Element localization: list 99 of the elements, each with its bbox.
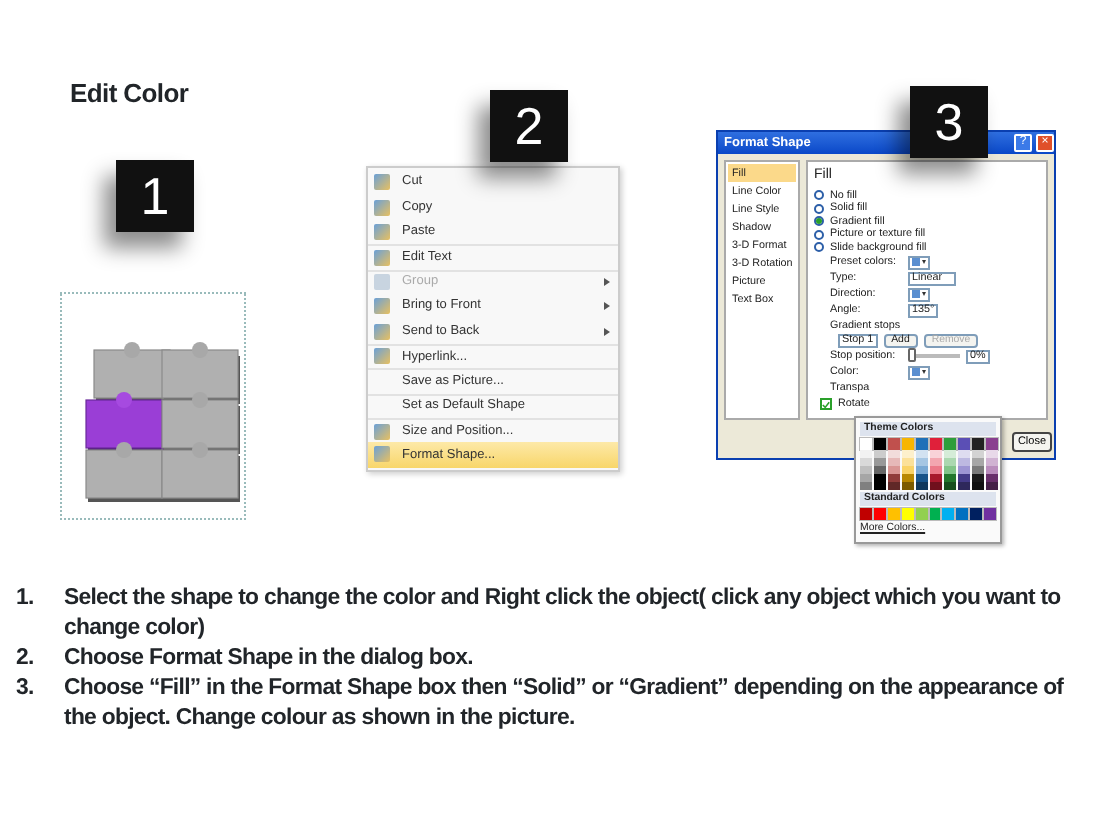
- square-icon: [374, 323, 390, 340]
- color-swatch[interactable]: [887, 508, 900, 520]
- color-swatch[interactable]: [916, 474, 928, 482]
- color-swatch[interactable]: [972, 482, 984, 490]
- color-swatch[interactable]: [916, 450, 928, 458]
- square-icon: [374, 348, 390, 365]
- color-swatch[interactable]: [874, 438, 886, 450]
- color-dropdown[interactable]: [908, 365, 930, 379]
- step-number: 3: [910, 86, 988, 158]
- color-swatch[interactable]: [956, 508, 969, 520]
- color-swatch[interactable]: [986, 474, 998, 482]
- square-icon: [374, 274, 390, 291]
- color-swatch[interactable]: [860, 466, 872, 474]
- submenu-arrow-icon: [604, 278, 610, 287]
- color-swatch[interactable]: [972, 458, 984, 466]
- square-icon: [374, 446, 390, 463]
- color-swatch[interactable]: [902, 482, 914, 490]
- color-swatch[interactable]: [986, 466, 998, 474]
- square-icon: [374, 298, 390, 315]
- color-swatch[interactable]: [972, 438, 984, 450]
- color-swatch[interactable]: [958, 450, 970, 458]
- submenu-arrow-icon: [604, 327, 610, 336]
- direction-dropdown[interactable]: [908, 287, 930, 301]
- square-icon: [374, 249, 390, 266]
- color-swatch[interactable]: [888, 482, 900, 490]
- color-swatch[interactable]: [860, 474, 872, 482]
- color-swatch[interactable]: [929, 508, 941, 520]
- step-number: 1.: [16, 584, 36, 614]
- color-swatch[interactable]: [930, 438, 942, 450]
- color-swatch[interactable]: [986, 482, 998, 490]
- color-swatch[interactable]: [874, 458, 886, 466]
- color-swatch[interactable]: [930, 450, 942, 458]
- color-swatch[interactable]: [902, 438, 914, 450]
- color-swatch[interactable]: [930, 458, 942, 466]
- color-swatch[interactable]: [874, 474, 886, 482]
- color-swatch[interactable]: [986, 438, 998, 450]
- color-swatch[interactable]: [944, 458, 956, 466]
- selection-frame[interactable]: [60, 292, 246, 520]
- color-swatch[interactable]: [901, 508, 914, 520]
- instruction-step: Choose Format Shape in the dialog box.: [64, 644, 473, 674]
- color-swatch[interactable]: [930, 466, 942, 474]
- color-swatch[interactable]: [958, 474, 970, 482]
- color-swatch[interactable]: [970, 508, 983, 520]
- color-swatch[interactable]: [860, 458, 872, 466]
- submenu-arrow-icon: [604, 302, 610, 311]
- instruction-step: Select the shape to change the color and Right click the object( click any object which you want to change color): [64, 584, 1096, 644]
- step-number: 3.: [16, 674, 36, 704]
- step-number: 2.: [16, 644, 36, 674]
- slider-thumb[interactable]: [908, 348, 916, 362]
- square-icon: [374, 423, 390, 440]
- color-swatch[interactable]: [972, 466, 984, 474]
- color-swatch[interactable]: [958, 466, 970, 474]
- color-swatch[interactable]: [874, 482, 886, 490]
- color-swatch[interactable]: [958, 458, 970, 466]
- color-swatch[interactable]: [888, 474, 900, 482]
- color-swatch[interactable]: [915, 508, 928, 520]
- checkbox[interactable]: [820, 398, 832, 410]
- color-swatch[interactable]: [860, 450, 872, 458]
- color-swatch[interactable]: [972, 474, 984, 482]
- preset-colors-dropdown[interactable]: [908, 255, 930, 269]
- step-number: 1: [116, 160, 194, 232]
- square-icon: [374, 223, 390, 240]
- color-swatch[interactable]: [944, 482, 956, 490]
- color-swatch[interactable]: [930, 482, 942, 490]
- color-swatch[interactable]: [986, 450, 998, 458]
- color-swatch[interactable]: [902, 450, 914, 458]
- color-swatch[interactable]: [888, 450, 900, 458]
- instruction-step: Choose “Fill” in the Format Shape box then “Solid” or “Gradient” depending on the appearance of the object. Change colour as shown in the picture.: [64, 674, 1096, 734]
- color-swatch[interactable]: [874, 450, 886, 458]
- color-swatch[interactable]: [916, 482, 928, 490]
- color-swatch[interactable]: [944, 474, 956, 482]
- color-swatch[interactable]: [942, 508, 955, 520]
- color-swatch[interactable]: [944, 466, 956, 474]
- color-swatch[interactable]: [958, 482, 970, 490]
- slide-title: Edit Color: [70, 76, 189, 112]
- color-swatch[interactable]: [916, 458, 928, 466]
- color-swatch[interactable]: [986, 458, 998, 466]
- color-swatch[interactable]: [860, 508, 872, 520]
- color-swatch[interactable]: [916, 438, 928, 450]
- color-swatch[interactable]: [874, 466, 886, 474]
- square-icon: [374, 199, 390, 216]
- square-icon: [374, 174, 390, 191]
- color-swatch[interactable]: [860, 438, 872, 450]
- step-number: 2: [490, 90, 568, 162]
- color-swatch[interactable]: [944, 450, 956, 458]
- color-swatch[interactable]: [888, 438, 900, 450]
- color-swatch[interactable]: [930, 474, 942, 482]
- color-swatch[interactable]: [860, 482, 872, 490]
- color-swatch[interactable]: [944, 438, 956, 450]
- color-swatch[interactable]: [888, 458, 900, 466]
- color-swatch[interactable]: [902, 466, 914, 474]
- color-swatch[interactable]: [902, 458, 914, 466]
- color-swatch[interactable]: [984, 508, 997, 520]
- color-swatch[interactable]: [916, 466, 928, 474]
- color-swatch[interactable]: [958, 438, 970, 450]
- color-swatch[interactable]: [972, 450, 984, 458]
- color-swatch[interactable]: [873, 508, 886, 520]
- color-swatch[interactable]: [902, 474, 914, 482]
- color-swatch[interactable]: [888, 466, 900, 474]
